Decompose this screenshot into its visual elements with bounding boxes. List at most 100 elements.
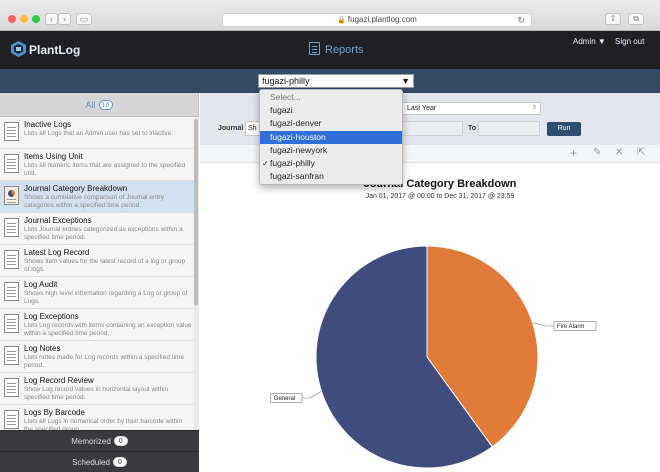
tab-scheduled[interactable]: Scheduled 0 bbox=[0, 451, 199, 472]
logo-text[interactable]: PlantLog bbox=[29, 43, 80, 57]
location-select[interactable]: fugazi-philly ▼ bbox=[258, 74, 414, 88]
report-item[interactable]: Journal Category Breakdown Shows a cumula… bbox=[0, 181, 194, 213]
reports-label: Reports bbox=[325, 44, 364, 56]
report-title: Latest Log Record bbox=[24, 248, 90, 257]
checkmark-icon: ✓ bbox=[262, 158, 269, 168]
report-title: Inactive Logs bbox=[24, 120, 72, 129]
chevron-down-icon: ▼ bbox=[401, 76, 410, 86]
tab-memorized[interactable]: Memorized 0 bbox=[0, 430, 199, 451]
report-item[interactable]: Logs By Barcode Lists all Logs in numeric… bbox=[0, 405, 194, 431]
tab-all[interactable]: All 16 bbox=[0, 93, 198, 117]
sign-out-link[interactable]: Sign out bbox=[615, 37, 644, 46]
document-icon bbox=[4, 282, 19, 301]
app-header: PlantLog Reports Admin ▼ Sign out bbox=[0, 31, 660, 69]
reload-icon[interactable]: ↻ bbox=[517, 14, 525, 26]
tabs-button[interactable]: ⧉ bbox=[628, 13, 644, 25]
pie-label-connector bbox=[532, 322, 554, 327]
pie-slice-label: Fire Alarm bbox=[557, 324, 584, 330]
document-icon bbox=[4, 154, 19, 173]
dropdown-option-label: fugazi-denver bbox=[270, 118, 322, 129]
minimize-window-button[interactable] bbox=[20, 15, 28, 23]
report-title: Log Exceptions bbox=[24, 312, 79, 321]
location-dropdown-menu: Select... fugazi fugazi-denver fugazi-houst… bbox=[259, 89, 403, 185]
document-icon bbox=[4, 410, 19, 429]
report-item[interactable]: Inactive Logs Lists all Logs that an Admi… bbox=[0, 117, 194, 149]
chart-subtitle: Jan 01, 2017 @ 00:00 to Dec 31, 2017 @ 2… bbox=[365, 193, 515, 200]
to-label: To bbox=[468, 125, 477, 132]
period-value: Last Year bbox=[407, 105, 437, 112]
document-icon bbox=[4, 378, 19, 397]
location-selected-value: fugazi-philly bbox=[262, 76, 310, 86]
report-sidebar: All 16 Inactive Logs Lists all Logs that a… bbox=[0, 93, 199, 472]
to-date-input[interactable] bbox=[478, 121, 540, 136]
sidebar-scrollbar[interactable] bbox=[194, 117, 199, 431]
report-item[interactable]: Log Record Review Show Log record values … bbox=[0, 373, 194, 405]
dropdown-option-label: fugazi bbox=[270, 105, 293, 116]
report-item[interactable]: Log Exceptions Lists Log records with ite… bbox=[0, 309, 194, 341]
pencil-icon[interactable]: ✎ bbox=[593, 147, 601, 158]
tab-scheduled-label: Scheduled bbox=[72, 458, 110, 467]
tab-memorized-label: Memorized bbox=[71, 437, 111, 446]
tab-all-count: 16 bbox=[98, 100, 113, 110]
back-button[interactable]: ‹ bbox=[45, 13, 58, 25]
plantlog-logo-icon[interactable] bbox=[11, 41, 26, 57]
report-title: Items Using Unit bbox=[24, 152, 83, 161]
dropdown-option-label: fugazi-philly bbox=[270, 157, 315, 168]
document-icon bbox=[4, 122, 19, 141]
reports-nav[interactable]: Reports bbox=[309, 42, 364, 56]
dropdown-option[interactable]: Select... bbox=[260, 91, 402, 104]
report-item[interactable]: Latest Log Record Shows item values for t… bbox=[0, 245, 194, 277]
dropdown-option[interactable]: fugazi bbox=[260, 104, 402, 117]
document-icon bbox=[4, 218, 19, 237]
sidebar-toggle-button[interactable]: ▭ bbox=[76, 13, 92, 25]
export-icon[interactable]: ⇱ bbox=[637, 147, 645, 158]
tab-scheduled-count: 0 bbox=[112, 457, 127, 467]
document-icon bbox=[4, 250, 19, 269]
dropdown-option-label: fugazi-newyork bbox=[270, 144, 328, 155]
report-description: Lists Log records with items containing … bbox=[24, 322, 192, 337]
dropdown-option[interactable]: ✓ fugazi-philly bbox=[260, 157, 402, 170]
report-description: Lists notes made for Log records within … bbox=[24, 354, 185, 369]
tab-all-label: All bbox=[85, 100, 96, 110]
pie-report-icon bbox=[4, 186, 19, 205]
dropdown-option[interactable]: fugazi-denver bbox=[260, 117, 402, 130]
report-description: Lists all numeric items that are assigne… bbox=[24, 162, 186, 177]
report-item[interactable]: Items Using Unit Lists all numeric items … bbox=[0, 149, 194, 181]
journal-label: Journal bbox=[218, 125, 244, 132]
zoom-window-button[interactable] bbox=[32, 15, 40, 23]
report-item[interactable]: Log Audit Shows high level information re… bbox=[0, 277, 194, 309]
report-title: Logs By Barcode bbox=[24, 408, 85, 417]
report-title: Journal Category Breakdown bbox=[24, 184, 128, 193]
dropdown-option[interactable]: fugazi-sanfran bbox=[260, 170, 402, 183]
browser-toolbar: ‹ › ▭ 🔒 fugazi.plantlog.com ↻ ⇧ ⧉ bbox=[0, 0, 660, 31]
report-list: Inactive Logs Lists all Logs that an Admi… bbox=[0, 117, 194, 431]
tab-memorized-count: 0 bbox=[113, 436, 128, 446]
share-button[interactable]: ⇧ bbox=[605, 13, 621, 25]
document-icon bbox=[4, 314, 19, 333]
report-item[interactable]: Log Notes Lists notes made for Log record… bbox=[0, 341, 194, 373]
period-select[interactable]: Last Year ⇕ bbox=[400, 102, 541, 115]
dropdown-option[interactable]: fugazi-houston bbox=[260, 130, 402, 144]
reports-icon bbox=[309, 42, 320, 55]
url-text: fugazi.plantlog.com bbox=[347, 15, 417, 24]
pie-chart: Fire Alarm General bbox=[270, 245, 597, 469]
report-item[interactable]: Journal Exceptions Lists Journal entries … bbox=[0, 213, 194, 245]
admin-menu[interactable]: Admin ▼ bbox=[573, 37, 606, 46]
close-window-button[interactable] bbox=[8, 15, 16, 23]
dropdown-option[interactable]: fugazi-newyork bbox=[260, 144, 402, 157]
report-title: Log Notes bbox=[24, 344, 61, 353]
report-description: Lists all Logs that an Admin user has se… bbox=[24, 130, 174, 137]
close-icon[interactable]: ✕ bbox=[615, 147, 623, 158]
plus-icon[interactable]: + bbox=[570, 146, 577, 160]
scroll-thumb[interactable] bbox=[194, 119, 198, 305]
report-title: Log Audit bbox=[24, 280, 58, 289]
up-down-arrows-icon: ⇕ bbox=[531, 105, 537, 111]
report-description: Shows high level information regarding a… bbox=[24, 290, 188, 305]
report-description: Show Log record values in horizontal lay… bbox=[24, 386, 169, 401]
report-description: Lists Journal entries categorized as exc… bbox=[24, 226, 183, 241]
report-description: Shows item values for the latest record … bbox=[24, 258, 186, 273]
lock-icon: 🔒 bbox=[337, 17, 346, 24]
address-bar[interactable]: 🔒 fugazi.plantlog.com ↻ bbox=[222, 13, 532, 27]
forward-button[interactable]: › bbox=[58, 13, 71, 25]
run-button[interactable]: Run bbox=[547, 122, 581, 136]
